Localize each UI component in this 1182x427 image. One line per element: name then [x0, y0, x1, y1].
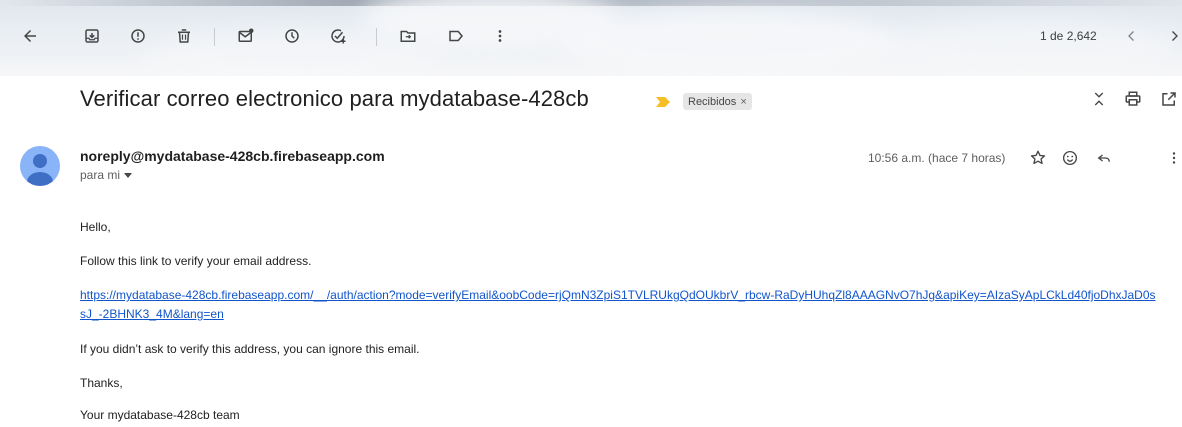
add-reaction-button[interactable]	[1058, 146, 1082, 170]
sender-avatar[interactable]	[20, 146, 60, 186]
snooze-button[interactable]	[278, 22, 306, 50]
archive-icon	[85, 29, 99, 43]
message-toolbar: 1 de 2,642	[0, 0, 1182, 76]
body-signature: Your mydatabase-428cb team	[80, 408, 240, 422]
pager-count: 1 de 2,642	[1040, 29, 1097, 43]
body-thanks: Thanks,	[80, 376, 123, 390]
snooze-icon	[285, 29, 299, 43]
move-to-icon	[400, 30, 416, 42]
reply-icon	[1097, 154, 1110, 162]
star-icon	[1030, 150, 1046, 165]
older-chevron-icon	[1172, 31, 1178, 41]
reply-button[interactable]	[1092, 146, 1116, 170]
message-more-button[interactable]	[1162, 146, 1182, 170]
open-in-new-icon	[1162, 92, 1176, 106]
back-button[interactable]	[16, 22, 44, 50]
recipient-details-toggle[interactable]: para mi	[80, 168, 133, 182]
delete-button[interactable]	[170, 22, 198, 50]
newer-chevron-icon	[1128, 31, 1134, 41]
body-instruction: Follow this link to verify your email ad…	[80, 254, 312, 268]
message-timestamp: 10:56 a.m. (hace 7 horas)	[868, 151, 1006, 165]
back-arrow-icon	[24, 30, 36, 42]
default-avatar-icon	[20, 146, 60, 186]
more-vert-icon	[498, 30, 502, 42]
expand-all-button[interactable]	[1088, 88, 1110, 110]
print-button[interactable]	[1122, 88, 1144, 110]
recipient-text: para mi	[80, 168, 121, 182]
mark-unread-button[interactable]	[232, 22, 260, 50]
body-greeting: Hello,	[80, 220, 111, 234]
body-ignore-note: If you didn’t ask to verify this address…	[80, 342, 420, 356]
emoji-icon	[1062, 150, 1078, 166]
more-vert-icon	[1172, 152, 1176, 164]
label-chip-inbox[interactable]: Recibidos ×	[683, 93, 752, 110]
add-task-button[interactable]	[324, 22, 352, 50]
label-chip-text: Recibidos	[688, 95, 737, 108]
report-spam-button[interactable]	[124, 22, 152, 50]
toolbar-separator	[214, 28, 215, 46]
expand-all-icon	[1094, 92, 1104, 106]
older-message-button[interactable]	[1160, 22, 1182, 50]
gmail-message-view: 1 de 2,642 Verificar correo electronico …	[0, 0, 1182, 427]
label-icon	[449, 30, 463, 42]
print-icon	[1125, 91, 1141, 106]
newer-message-button[interactable]	[1118, 22, 1146, 50]
chevron-down-icon	[124, 172, 133, 178]
open-new-window-button[interactable]	[1158, 88, 1180, 110]
labels-button[interactable]	[442, 22, 470, 50]
add-task-icon	[331, 29, 346, 44]
star-button[interactable]	[1026, 146, 1050, 170]
importance-marker-icon[interactable]	[655, 96, 671, 108]
theme-cloud	[560, 10, 900, 76]
report-spam-icon	[131, 29, 145, 43]
archive-button[interactable]	[78, 22, 106, 50]
more-options-button[interactable]	[486, 22, 514, 50]
delete-icon	[178, 29, 190, 43]
toolbar-separator	[376, 28, 377, 46]
sender-address[interactable]: noreply@mydatabase-428cb.firebaseapp.com	[80, 148, 385, 164]
mark-unread-icon	[238, 28, 254, 42]
message-subject: Verificar correo electronico para mydata…	[80, 86, 589, 111]
remove-label-icon[interactable]: ×	[740, 96, 746, 108]
verify-email-link[interactable]: https://mydatabase-428cb.firebaseapp.com…	[80, 286, 1160, 324]
move-to-button[interactable]	[394, 22, 422, 50]
